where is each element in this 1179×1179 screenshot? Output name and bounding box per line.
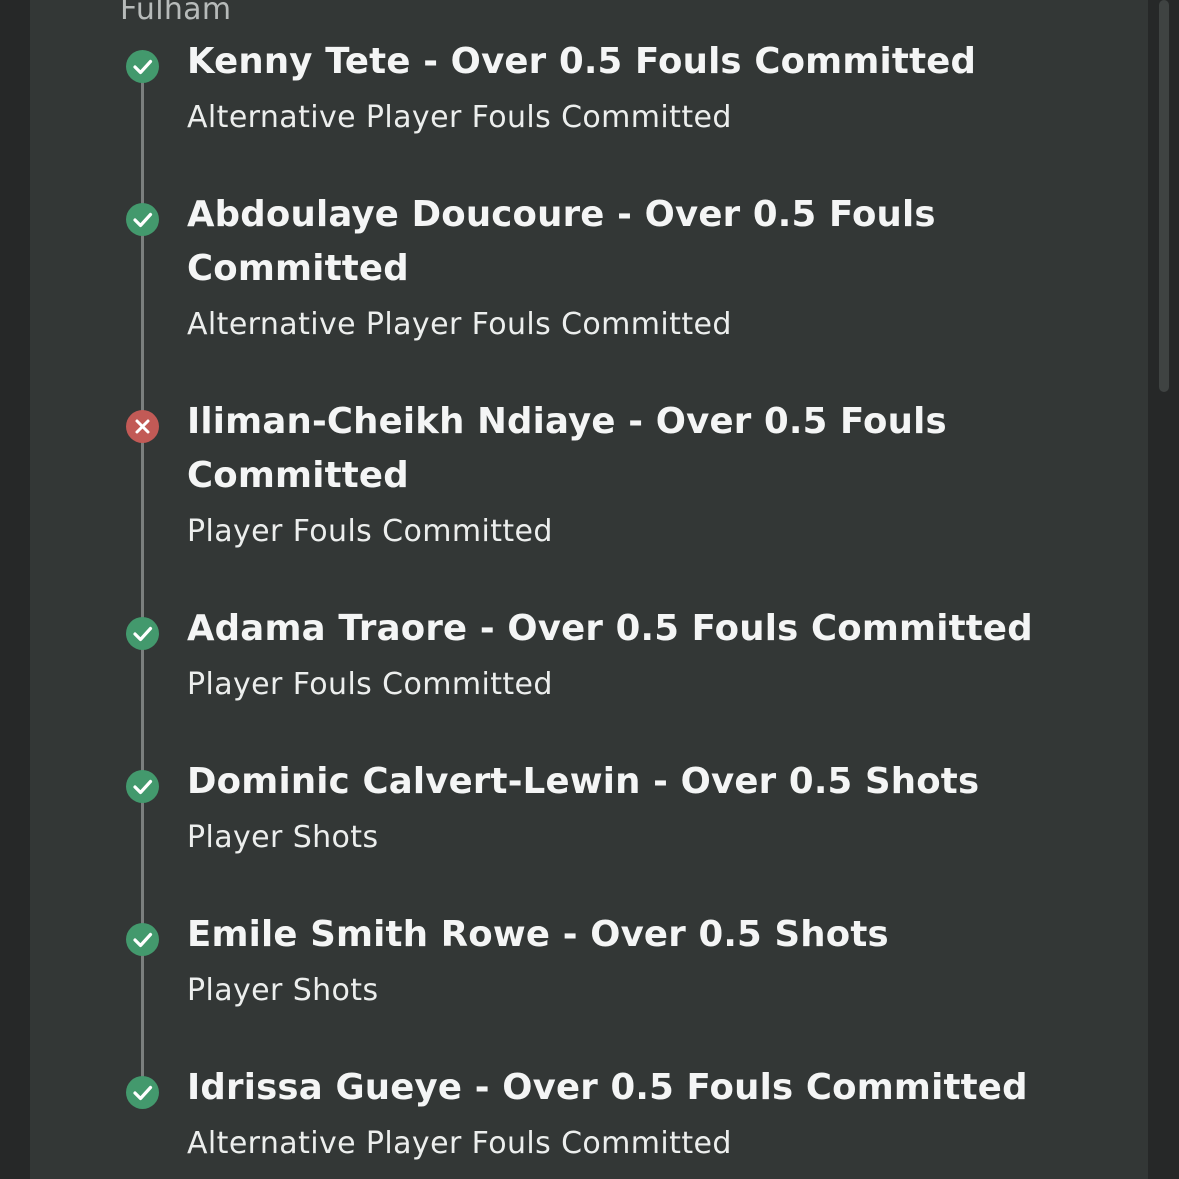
leg-market: Player Fouls Committed [187, 667, 553, 702]
leg-market: Alternative Player Fouls Committed [187, 307, 732, 342]
team-header: Fulham [120, 0, 232, 27]
leg-market: Alternative Player Fouls Committed [187, 100, 732, 135]
leg-selection: Adama Traore - Over 0.5 Fouls Committed [187, 608, 1033, 649]
leg-selection: Abdoulaye Doucoure - Over 0.5 Fouls Comm… [187, 194, 936, 289]
check-icon [126, 1076, 159, 1109]
leg-market: Alternative Player Fouls Committed [187, 1126, 732, 1161]
check-icon [126, 50, 159, 83]
cross-icon [126, 410, 159, 443]
leg-selection: Emile Smith Rowe - Over 0.5 Shots [187, 914, 889, 955]
leg-selection: Iliman-Cheikh Ndiaye - Over 0.5 Fouls Co… [187, 401, 947, 496]
check-icon [126, 617, 159, 650]
leg-market: Player Shots [187, 820, 379, 855]
leg-selection: Idrissa Gueye - Over 0.5 Fouls Committed [187, 1067, 1028, 1108]
scrollbar[interactable] [1159, 0, 1169, 392]
check-icon [126, 923, 159, 956]
leg-selection: Kenny Tete - Over 0.5 Fouls Committed [187, 41, 977, 82]
check-icon [126, 203, 159, 236]
leg-selection: Dominic Calvert-Lewin - Over 0.5 Shots [187, 761, 980, 802]
check-icon [126, 770, 159, 803]
leg-market: Player Shots [187, 973, 379, 1008]
leg-market: Player Fouls Committed [187, 514, 553, 549]
bet-legs-panel: Fulham Kenny Tete - Over 0.5 Fouls Commi… [30, 0, 1148, 1179]
